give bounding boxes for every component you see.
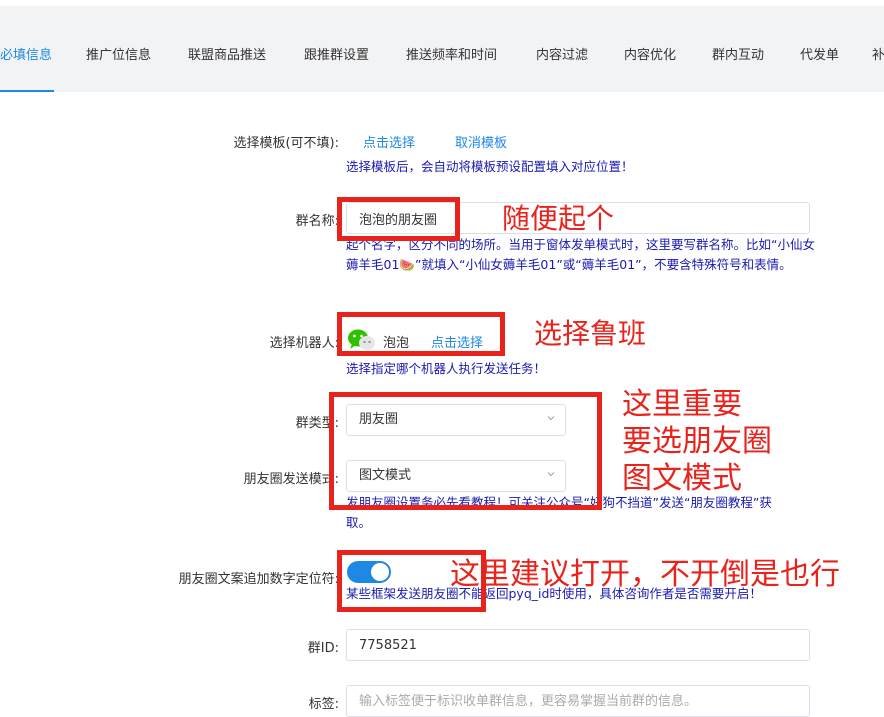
tags-label: 标签: xyxy=(308,697,339,712)
active-tab-indicator xyxy=(0,90,54,92)
tab-proxy-order[interactable]: 代发单 xyxy=(800,44,839,63)
robot-name: 泡泡 xyxy=(383,336,410,351)
group-type-label: 群类型: xyxy=(295,416,339,431)
annotation-note-robot: 选择鲁班 xyxy=(534,317,647,350)
chevron-down-icon xyxy=(547,472,555,477)
tab-required-info[interactable]: 必填信息 xyxy=(0,44,52,63)
tab-group-interaction[interactable]: 群内互动 xyxy=(712,44,764,63)
chevron-down-icon xyxy=(547,416,555,421)
robot-label: 选择机器人: xyxy=(269,336,339,351)
annotation-note-important-3: 图文模式 xyxy=(622,461,742,496)
wechat-icon xyxy=(347,328,377,352)
moments-mode-hint: 发朋友圈设置务必先看教程！可关注公众号“好狗不挡道”发送“朋友圈教程”获取。 xyxy=(346,495,772,530)
group-name-label: 群名称: xyxy=(295,214,339,229)
tab-promo-position[interactable]: 推广位信息 xyxy=(86,44,151,63)
group-type-value: 朋友圈 xyxy=(359,412,399,427)
toggle-knob xyxy=(371,563,389,581)
tab-more[interactable]: 补 xyxy=(872,44,884,63)
group-id-label: 群ID: xyxy=(307,641,339,656)
tab-content-filter[interactable]: 内容过滤 xyxy=(536,44,588,63)
group-id-input[interactable] xyxy=(346,629,810,661)
group-type-select[interactable]: 朋友圈 xyxy=(346,404,566,436)
template-select-link[interactable]: 点击选择 xyxy=(363,132,415,151)
template-hint: 选择模板后，会自动将模板预设配置填入对应位置！ xyxy=(346,159,634,174)
annotation-note-name: 随便起个 xyxy=(502,202,615,235)
tab-bar: 必填信息 推广位信息 联盟商品推送 跟推群设置 推送频率和时间 内容过滤 内容优… xyxy=(0,6,884,92)
number-locator-label: 朋友圈文案追加数字定位符: xyxy=(178,572,339,587)
tags-input[interactable] xyxy=(346,685,810,717)
template-cancel-link[interactable]: 取消模板 xyxy=(455,132,507,151)
moments-mode-label: 朋友圈发送模式: xyxy=(243,472,339,487)
template-label: 选择模板(可不填): xyxy=(233,136,339,151)
tab-alliance-push[interactable]: 联盟商品推送 xyxy=(188,44,266,63)
number-locator-toggle[interactable] xyxy=(347,561,391,583)
moments-mode-value: 图文模式 xyxy=(359,468,412,483)
tab-frequency-time[interactable]: 推送频率和时间 xyxy=(406,44,497,63)
annotation-note-toggle: 这里建议打开，不开倒是也行 xyxy=(450,557,840,592)
tab-content-optimize[interactable]: 内容优化 xyxy=(624,44,676,63)
robot-hint: 选择指定哪个机器人执行发送任务！ xyxy=(346,361,547,376)
moments-mode-select[interactable]: 图文模式 xyxy=(346,460,566,492)
tab-follow-group[interactable]: 跟推群设置 xyxy=(304,44,369,63)
robot-select-link[interactable]: 点击选择 xyxy=(431,332,483,351)
group-name-hint: 起个名字，区分不同的场所。当用于窗体发单模式时，这里要写群名称。比如“小仙女薅羊… xyxy=(346,237,815,272)
